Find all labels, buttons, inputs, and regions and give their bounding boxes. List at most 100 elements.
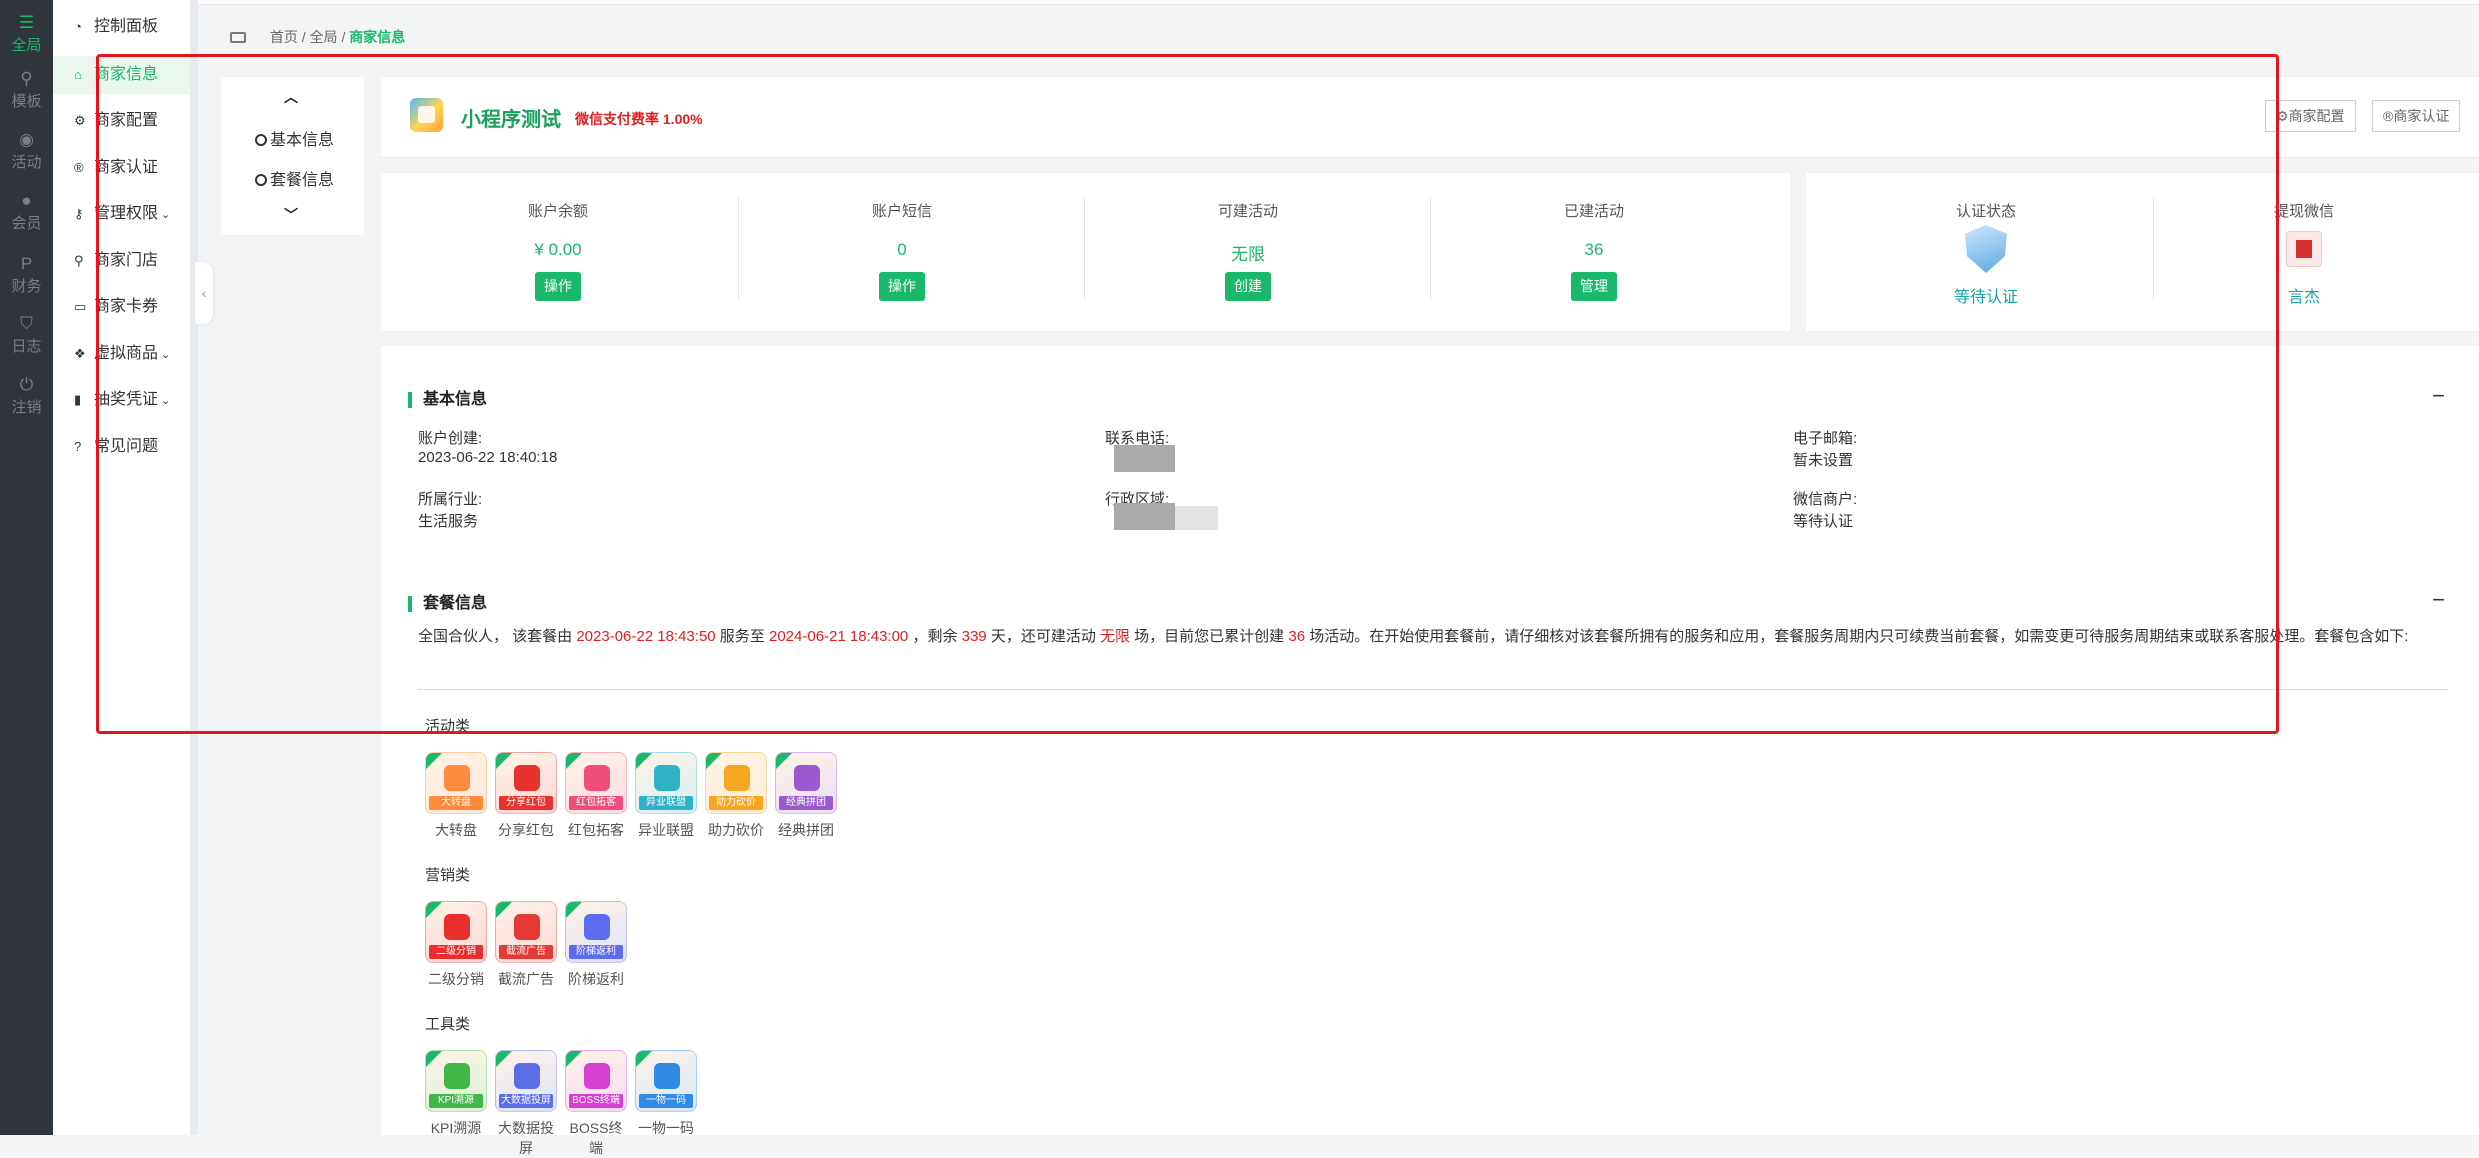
sidebar-item-lottery[interactable]: ▮ 抽奖凭证 ⌄: [53, 381, 190, 419]
breadcrumb-current: 商家信息: [349, 29, 406, 45]
dropbox-icon: ❖: [74, 346, 86, 361]
sms-action-button[interactable]: 操作: [879, 272, 925, 301]
package-end: 2024-06-21 18:43:00: [768, 628, 909, 645]
sidebar-item-merchant-config[interactable]: ⚙ 商家配置: [53, 102, 190, 140]
anchor-package-info[interactable]: 套餐信息: [255, 166, 334, 190]
section-title-package: 套餐信息: [408, 596, 487, 612]
cogs-icon: ⚙: [74, 113, 86, 128]
manage-activities-button[interactable]: 管理: [1571, 272, 1617, 301]
app-item[interactable]: 异业联盟 异业联盟: [634, 752, 698, 840]
rail-item-template[interactable]: ⚲ 模板: [0, 70, 53, 111]
app-name: 异业联盟: [638, 822, 694, 838]
app-band-label: 红包拓客: [569, 796, 623, 810]
account-stats: 账户余额 ¥ 0.00 操作 账户短信 0 操作 可建活动 无限 创建 已建活动…: [381, 173, 1790, 331]
stat-label: 认证状态: [1955, 203, 2016, 220]
rail-item-global[interactable]: ☰ 全局: [0, 14, 53, 55]
field-label: 电子邮箱:: [1793, 430, 1858, 447]
sidebar-item-label: 商家认证: [94, 159, 159, 176]
anchor-nav: ︿ 基本信息 套餐信息 ﹀: [221, 77, 364, 235]
sidebar-item-dashboard[interactable]: ◔ 控制面板: [53, 8, 190, 46]
app-icon: 阶梯返利: [565, 901, 627, 963]
sidebar-item-faq[interactable]: ? 常见问题: [53, 428, 190, 466]
auth-status-value[interactable]: 等待认证: [1806, 283, 2166, 307]
users-icon: ●: [21, 191, 32, 210]
store-logo: [410, 98, 443, 132]
app-glyph: [724, 765, 750, 791]
app-item[interactable]: 一物一码 一物一码: [634, 1050, 698, 1138]
app-name: 截流广告: [498, 971, 554, 987]
ok-badge-icon: [496, 902, 512, 918]
collapse-basic-button[interactable]: −: [2432, 385, 2445, 407]
app-item[interactable]: 大数据投屏 大数据投屏: [494, 1050, 558, 1158]
chevron-down-icon[interactable]: ﹀: [284, 205, 298, 225]
ok-badge-icon: [706, 753, 722, 769]
chevron-down-icon: ⌄: [161, 209, 171, 221]
app-icon: 大转盘: [425, 752, 487, 814]
desc-text: 场活动。在开始使用套餐前，请仔细核对该套餐所拥有的服务和应用，套餐服务周期内只可…: [1305, 628, 2409, 645]
app-item[interactable]: 经典拼团 经典拼团: [774, 752, 838, 840]
rail-item-finance[interactable]: P 财务: [0, 255, 53, 296]
app-name: 分享红包: [498, 822, 554, 838]
sidebar-item-merchant-info[interactable]: ⌂ 商家信息: [53, 56, 190, 94]
sidebar-item-virtual-goods[interactable]: ❖ 虚拟商品 ⌄: [53, 335, 190, 373]
anchor-label: 套餐信息: [270, 172, 335, 189]
ok-badge-icon: [496, 1051, 512, 1067]
app-item[interactable]: 分享红包 分享红包: [494, 752, 558, 840]
app-item[interactable]: 二级分销 二级分销: [424, 901, 488, 989]
app-item[interactable]: KPI溯源 KPI溯源: [424, 1050, 488, 1138]
app-name: 二级分销: [428, 971, 484, 987]
breadcrumb-home[interactable]: 首页: [270, 29, 298, 45]
app-item[interactable]: 助力砍价 助力砍价: [704, 752, 768, 840]
merchant-config-button[interactable]: ⚙商家配置: [2265, 100, 2356, 132]
breadcrumb-separator: /: [301, 29, 306, 45]
breadcrumb-separator: /: [341, 29, 346, 45]
ok-badge-icon: [426, 902, 442, 918]
app-band-label: 截流广告: [499, 945, 553, 959]
breadcrumb: 首页 / 全局 / 商家信息: [230, 27, 405, 47]
app-band-label: 异业联盟: [639, 796, 693, 810]
stat-label: 已建活动: [1563, 203, 1624, 220]
app-icon: 经典拼团: [775, 752, 837, 814]
sidebar-item-permissions[interactable]: ⚷ 管理权限 ⌄: [53, 195, 190, 233]
create-activity-button[interactable]: 创建: [1225, 272, 1271, 301]
sidebar-item-merchant-auth[interactable]: ® 商家认证: [53, 149, 190, 187]
app-icon: KPI溯源: [425, 1050, 487, 1112]
app-band-label: 二级分销: [429, 945, 483, 959]
rail-item-log[interactable]: ⛉ 日志: [0, 315, 53, 356]
app-item[interactable]: 大转盘 大转盘: [424, 752, 488, 840]
rail-item-activity[interactable]: ◉ 活动: [0, 131, 53, 172]
sidebar-item-stores[interactable]: ⚲ 商家门店: [53, 242, 190, 280]
redacted-region: [1114, 503, 1175, 530]
app-band-label: KPI溯源: [429, 1094, 483, 1108]
stat-withdraw-wechat: 提现微信 言杰: [2124, 173, 2479, 331]
merchant-auth-button[interactable]: ®商家认证: [2372, 100, 2461, 132]
stat-sms: 账户短信 0 操作: [725, 173, 1079, 331]
key-icon: ⚷: [74, 206, 84, 221]
stat-value: 0: [897, 240, 907, 259]
sidebar-item-label: 商家卡券: [94, 298, 159, 315]
chevron-up-icon[interactable]: ︿: [284, 87, 298, 107]
anchor-basic-info[interactable]: 基本信息: [255, 126, 334, 150]
stat-value: 36: [1584, 240, 1604, 259]
breadcrumb-global[interactable]: 全局: [310, 29, 338, 45]
wechat-avatar-icon: [2286, 231, 2322, 267]
sidebar-collapse-handle[interactable]: ‹: [195, 262, 213, 324]
industry-value: 生活服务: [418, 513, 479, 530]
rail-item-logout[interactable]: ⏻ 注销: [0, 376, 53, 417]
desc-text: 服务至: [715, 628, 769, 645]
collapse-package-button[interactable]: −: [2432, 589, 2445, 611]
sidebar-item-coupons[interactable]: ▭ 商家卡券: [53, 288, 190, 326]
app-item[interactable]: 阶梯返利 阶梯返利: [564, 901, 628, 989]
registered-icon: ®: [2383, 108, 2394, 124]
ok-badge-icon: [636, 753, 652, 769]
app-item[interactable]: 截流广告 截流广告: [494, 901, 558, 989]
app-item[interactable]: BOSS终端 BOSS终端: [564, 1050, 628, 1158]
app-item[interactable]: 红包拓客 红包拓客: [564, 752, 628, 840]
balance-action-button[interactable]: 操作: [535, 272, 581, 301]
rail-item-member[interactable]: ● 会员: [0, 192, 53, 233]
merchant-header: 小程序测试 微信支付费率 1.00% ⚙商家配置 ®商家认证: [381, 77, 2479, 158]
main-content: 基本信息 − 账户创建: 2023-06-22 18:40:18 联系电话: 电…: [381, 346, 2479, 1156]
app-icon: 一物一码: [635, 1050, 697, 1112]
app-glyph: [514, 914, 540, 940]
rail-label: 活动: [11, 154, 42, 171]
